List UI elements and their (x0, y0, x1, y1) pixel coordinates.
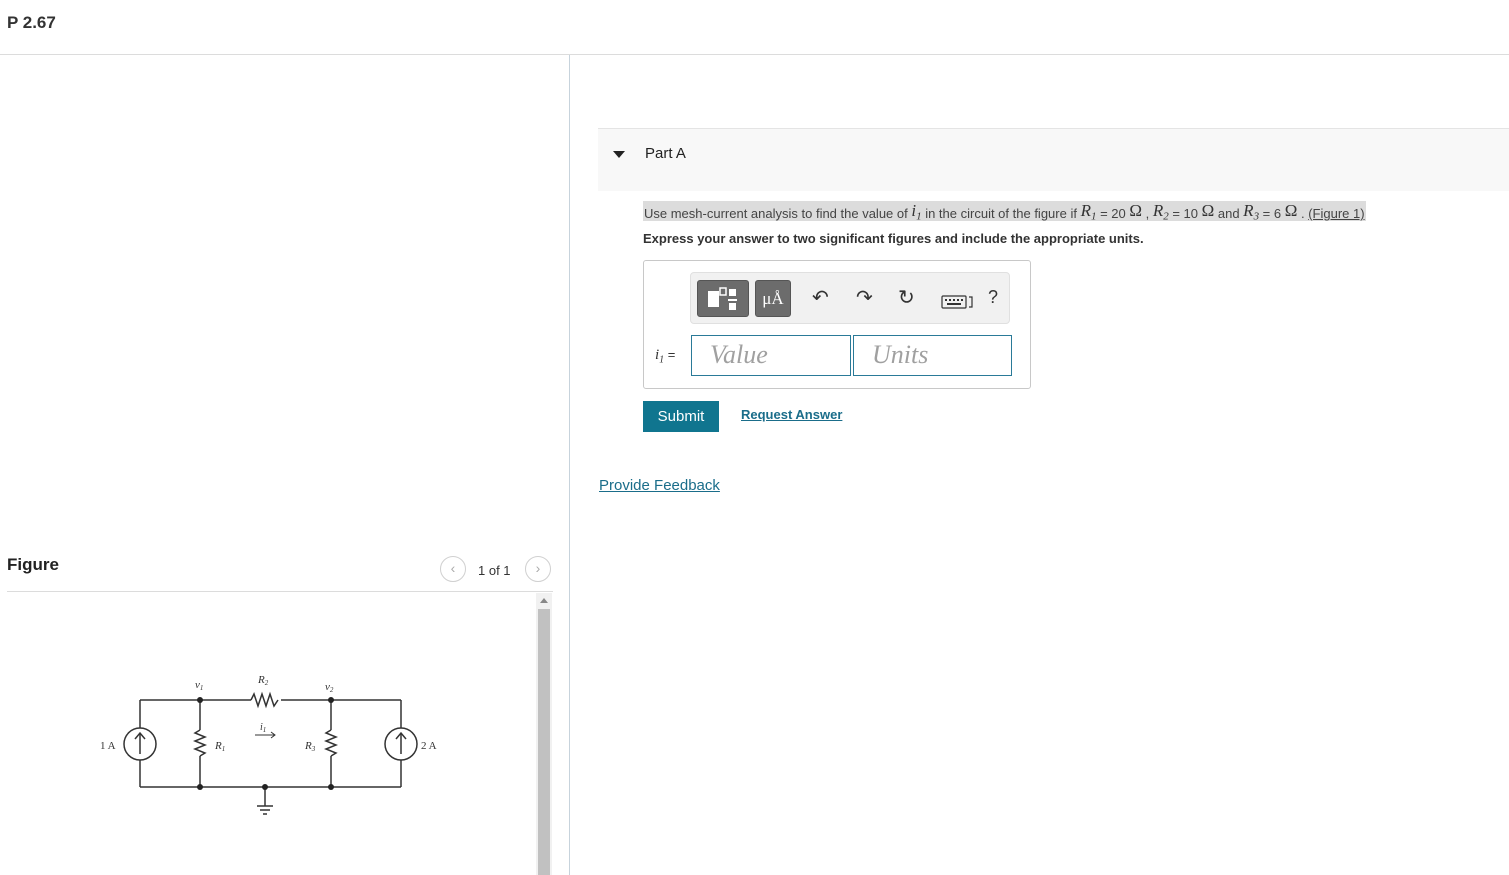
svg-text:R2: R2 (257, 674, 269, 687)
part-a-label: Part A (645, 145, 686, 162)
request-answer-link[interactable]: Request Answer (741, 407, 842, 422)
keyboard-icon[interactable] (941, 295, 975, 316)
r3-subscript: 3 (311, 745, 316, 753)
r1-subscript: 1 (222, 745, 226, 753)
submit-button[interactable]: Submit (643, 401, 719, 432)
chevron-right-icon[interactable]: › (525, 556, 551, 582)
scroll-up-icon[interactable] (540, 598, 548, 603)
current-source-1a (123, 727, 157, 761)
math-toolbar: μÅ ↶ ↷ ↻ ? (690, 272, 1010, 324)
chevron-left-icon[interactable]: ‹ (440, 556, 466, 582)
r2-subscript: 2 (265, 679, 269, 687)
svg-text:v1: v1 (195, 679, 203, 692)
units-input[interactable]: Units (853, 335, 1012, 376)
svg-text:R1: R1 (214, 740, 225, 753)
units-button[interactable]: μÅ (755, 280, 791, 317)
reset-icon[interactable]: ↻ (898, 288, 915, 308)
problem-header: P 2.67 (0, 0, 1509, 55)
v2-subscript: 2 (330, 686, 334, 694)
figure-title: Figure (7, 555, 59, 574)
undo-icon[interactable]: ↶ (812, 288, 829, 308)
i1-subscript: 1 (263, 726, 267, 734)
problem-title: P 2.67 (7, 13, 56, 32)
answer-variable-label: i1 = (655, 347, 676, 366)
scrollbar-thumb[interactable] (538, 609, 550, 875)
pane-divider[interactable] (569, 55, 570, 875)
svg-text:R3: R3 (304, 740, 316, 753)
source-2a-label: 2 A (421, 740, 437, 752)
redo-icon[interactable]: ↷ (856, 288, 873, 308)
circuit-diagram: 1 A 2 A v1 v2 R2 R1 R3 i1 (100, 674, 437, 815)
provide-feedback-link[interactable]: Provide Feedback (599, 477, 720, 494)
question-text: Use mesh-current analysis to find the va… (643, 201, 1366, 223)
v1-subscript: 1 (200, 684, 204, 692)
svg-text:v2: v2 (325, 681, 334, 694)
help-button[interactable]: ? (988, 287, 998, 307)
figure-page-count: 1 of 1 (478, 563, 511, 578)
figure-divider (7, 591, 553, 592)
templates-icon[interactable] (697, 280, 749, 317)
caret-down-icon[interactable] (613, 151, 625, 158)
r2-resistor (250, 691, 281, 709)
figure-1-link[interactable]: (Figure 1) (1308, 206, 1364, 221)
value-input[interactable]: Value (691, 335, 851, 376)
part-a-header[interactable]: Part A (598, 128, 1509, 191)
source-1a-label: 1 A (100, 740, 116, 752)
answer-instruction: Express your answer to two significant f… (643, 231, 1144, 246)
svg-text:i1: i1 (260, 722, 266, 734)
current-source-2a (384, 727, 418, 761)
